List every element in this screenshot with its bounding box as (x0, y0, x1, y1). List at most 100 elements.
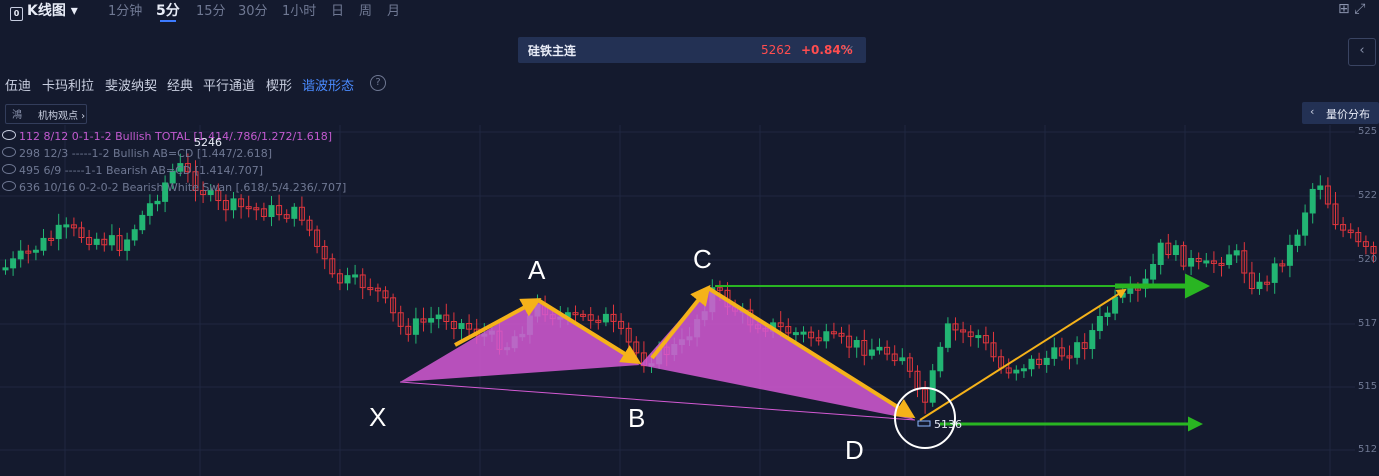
candle-body (428, 318, 435, 323)
tool-fibonacci[interactable]: 斐波纳契 (105, 75, 157, 94)
price-tick: 512 (1358, 444, 1378, 455)
candle-body (1104, 312, 1111, 318)
candle-body (800, 331, 807, 335)
candle-body (975, 335, 982, 339)
candle-body (1119, 292, 1126, 298)
candle-body (108, 235, 115, 246)
tool-woodie[interactable]: 伍迪 (5, 75, 31, 94)
candle-body (131, 229, 138, 241)
eye-icon[interactable] (2, 130, 16, 140)
candle-body (55, 224, 62, 240)
candle-body (1294, 234, 1301, 246)
pattern-item[interactable]: 298 12/3 -----1-2 Bullish AB=CD [1.447/2… (2, 147, 272, 160)
tab-5min[interactable]: 5分 (156, 0, 180, 20)
candle-body (1271, 263, 1278, 283)
candle-body (1051, 347, 1058, 359)
eye-off-icon[interactable] (2, 181, 16, 191)
candle-body (17, 250, 24, 260)
candle-body (944, 323, 951, 348)
point-d-label: D (845, 435, 864, 465)
active-tab-underline (160, 20, 176, 22)
candle-body (1157, 242, 1164, 265)
tool-parallel-channel[interactable]: 平行通道 (203, 75, 255, 94)
institution-view-chip[interactable]: 鴻 机构观点 › (5, 104, 87, 124)
pattern-item[interactable]: 112 8/12 0-1-1-2 Bullish TOTAL [1.414/.7… (2, 130, 332, 143)
candle-body (344, 275, 351, 284)
caret-down-icon: ▾ (65, 3, 78, 19)
contract-price: 5262 (761, 43, 792, 57)
candle-body (1203, 260, 1210, 264)
pattern-item[interactable]: 636 10/16 0-2-0-2 Bearish White Swan [.6… (2, 181, 346, 194)
candle-body (1233, 250, 1240, 256)
price-tick: 515 (1358, 381, 1378, 392)
candle-body (63, 224, 70, 228)
candle-body (876, 346, 883, 351)
expand-icon[interactable]: ⤢ (1354, 1, 1365, 17)
candle-body (792, 332, 799, 336)
candle-body (1302, 212, 1309, 236)
candle-body (1226, 254, 1233, 266)
candle-body (1286, 244, 1293, 266)
point-a-label: A (528, 255, 546, 285)
tool-camarilla[interactable]: 卡玛利拉 (42, 75, 94, 94)
contract-selector[interactable]: 硅铁主连 5262 +0.84% ⌵ (518, 37, 866, 63)
grid-icon[interactable]: ⊞ (1338, 1, 1350, 17)
candle-body (1043, 357, 1050, 365)
chevron-down-icon: ⌵ (843, 40, 853, 55)
tab-30min[interactable]: 30分 (238, 0, 268, 19)
chart-type-label: K线图 (27, 3, 66, 19)
candle-body (1309, 188, 1316, 214)
candle-body (40, 237, 47, 251)
tool-classic[interactable]: 经典 (167, 75, 193, 94)
tab-week[interactable]: 周 (359, 0, 372, 19)
candlestick-chart[interactable] (0, 125, 1379, 476)
tab-month[interactable]: 月 (387, 0, 400, 19)
candle-body (1074, 342, 1081, 358)
candle-body (1096, 316, 1103, 332)
tab-1min[interactable]: 1分钟 (108, 0, 142, 19)
institution-icon: 鴻 (12, 110, 22, 121)
candle-body (937, 346, 944, 372)
candle-body (230, 198, 237, 211)
candle-body (602, 313, 609, 323)
candle-body (2, 267, 9, 271)
chart-type-selector[interactable]: 0 K线图 ▾ (10, 0, 78, 21)
candle-body (1112, 296, 1119, 314)
tab-15min[interactable]: 15分 (196, 0, 226, 19)
help-icon[interactable]: ? (370, 75, 386, 91)
high-price-label: 5246 (194, 136, 222, 149)
price-tick: 517 (1358, 318, 1378, 329)
price-tick: 520 (1358, 254, 1378, 265)
candle-body (929, 370, 936, 403)
candle-body (458, 323, 465, 330)
kline-icon: 0 (10, 7, 23, 21)
candle-body (268, 205, 275, 218)
point-b-label: B (628, 403, 646, 433)
volume-profile-label: 量价分布 (1326, 108, 1370, 121)
price-tick: 522 (1358, 190, 1378, 201)
eye-off-icon[interactable] (2, 147, 16, 157)
candle-body (146, 203, 153, 216)
candle-body (1013, 369, 1020, 374)
candle-body (823, 331, 830, 342)
candle-body (154, 200, 161, 205)
institution-label: 机构观点 › (38, 111, 86, 122)
candle-body (1317, 185, 1324, 190)
tab-1hour[interactable]: 1小时 (282, 0, 316, 19)
tab-day[interactable]: 日 (331, 0, 344, 19)
harmonic-pattern-overlay (399, 273, 1210, 449)
pattern-item[interactable]: 495 6/9 -----1-1 Bearish AB=CD [1.414/.7… (2, 164, 263, 177)
arrow-projection (919, 288, 1127, 421)
chevron-left-icon: ‹ (1359, 43, 1365, 58)
eye-off-icon[interactable] (2, 164, 16, 174)
candle-body (1150, 263, 1157, 280)
candle-body (352, 274, 359, 278)
volume-profile-button[interactable]: ‹ 量价分布 (1302, 102, 1379, 124)
candle-body (124, 239, 131, 251)
candle-body (10, 258, 17, 269)
candle-body (1028, 358, 1035, 370)
low-price-label: 5136 (934, 418, 962, 431)
collapse-panel-button[interactable]: ‹ (1348, 38, 1376, 66)
tool-harmonic[interactable]: 谐波形态 (302, 75, 354, 94)
tool-wedge[interactable]: 楔形 (266, 75, 292, 94)
